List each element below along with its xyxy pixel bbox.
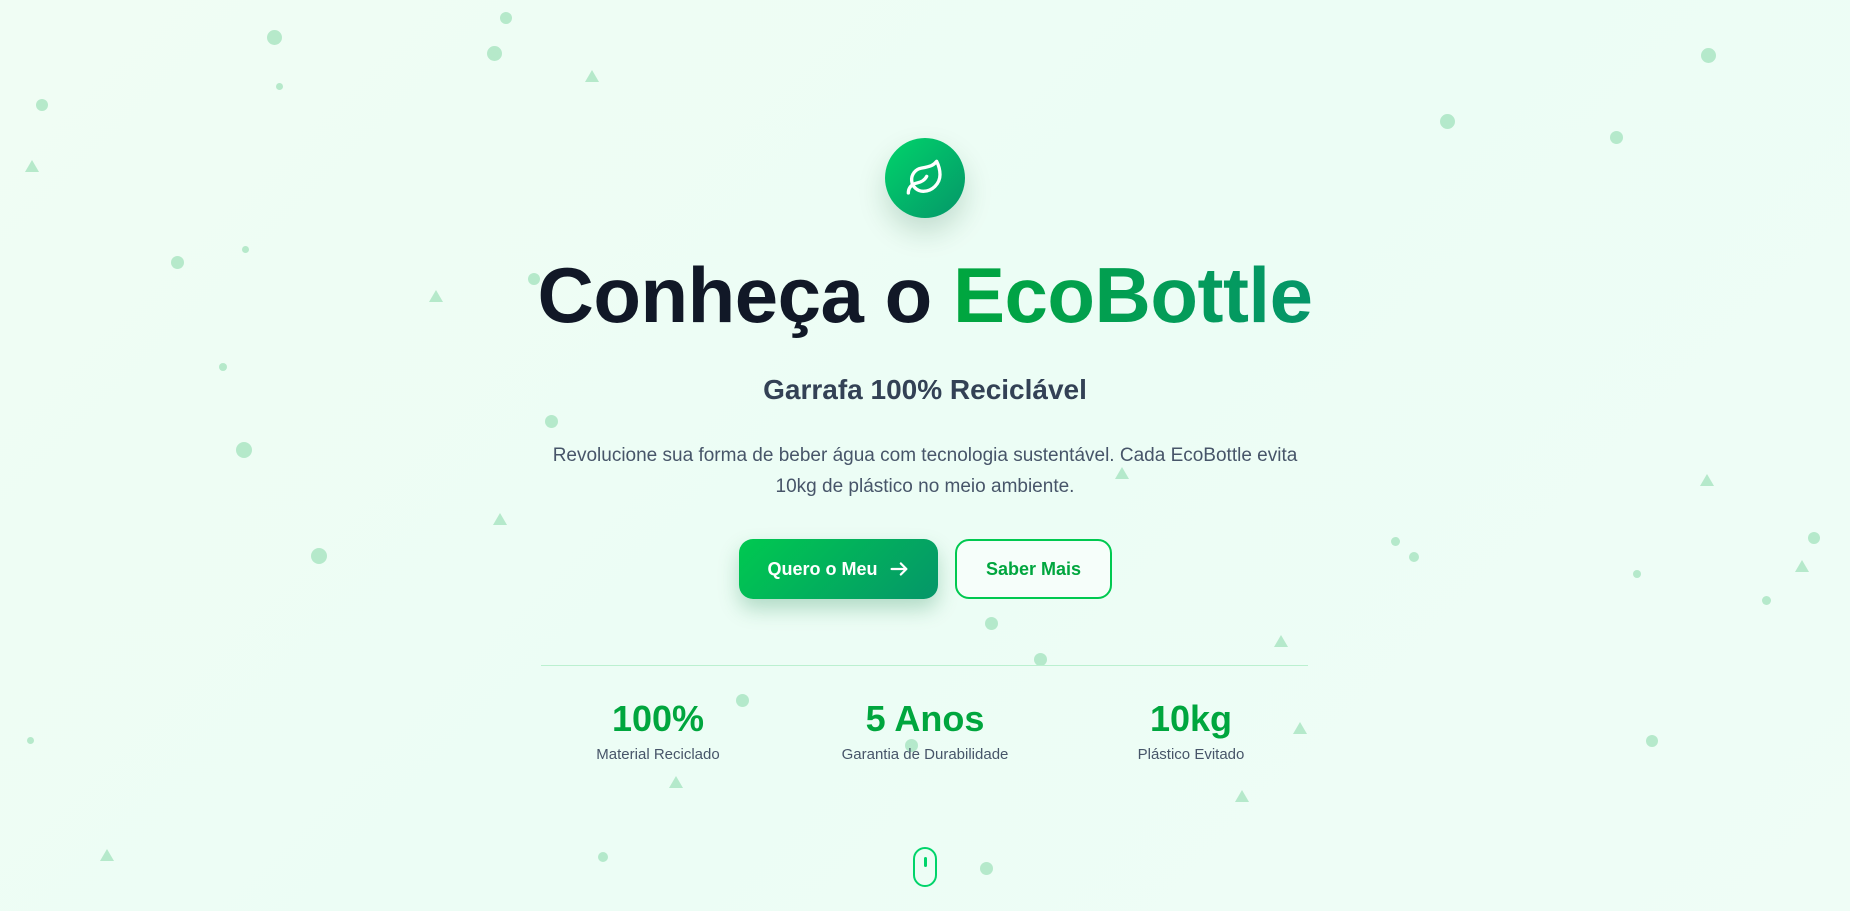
stat-label: Material Reciclado: [596, 746, 720, 763]
stats-divider: [541, 665, 1308, 666]
stat-value: 100%: [611, 698, 705, 739]
hero-subtitle: Garrafa 100% Reciclável: [763, 374, 1087, 405]
hero-description: Revolucione sua forma de beber água com …: [552, 445, 1298, 497]
stat-item: 10kg Plástico Evitado: [1061, 698, 1321, 763]
stat-item: 100% Material Reciclado: [528, 698, 788, 763]
stat-value: 10kg: [1149, 698, 1233, 739]
hero-title: Conheça o EcoBottle: [0, 250, 1850, 341]
arrow-right-icon: [890, 562, 907, 576]
leaf-icon: [906, 159, 942, 195]
mouse-wheel: [924, 857, 927, 867]
primary-button-label: Quero o Meu: [767, 558, 878, 579]
secondary-button-label: Saber Mais: [985, 558, 1082, 579]
stat-label: Plástico Evitado: [1137, 746, 1245, 763]
saber-mais-button[interactable]: Saber Mais: [955, 539, 1112, 599]
stat-label: Garantia de Durabilidade: [841, 746, 1009, 763]
leaf-logo-badge: [885, 138, 965, 218]
hero-title-highlight: EcoBottle: [952, 251, 1313, 339]
hero-title-prefix: Conheça o: [537, 251, 933, 339]
mouse-scroll-icon[interactable]: [913, 847, 937, 887]
stat-item: 5 Anos Garantia de Durabilidade: [795, 698, 1055, 763]
quero-o-meu-button[interactable]: Quero o Meu: [739, 539, 938, 599]
stat-value: 5 Anos: [865, 698, 985, 739]
